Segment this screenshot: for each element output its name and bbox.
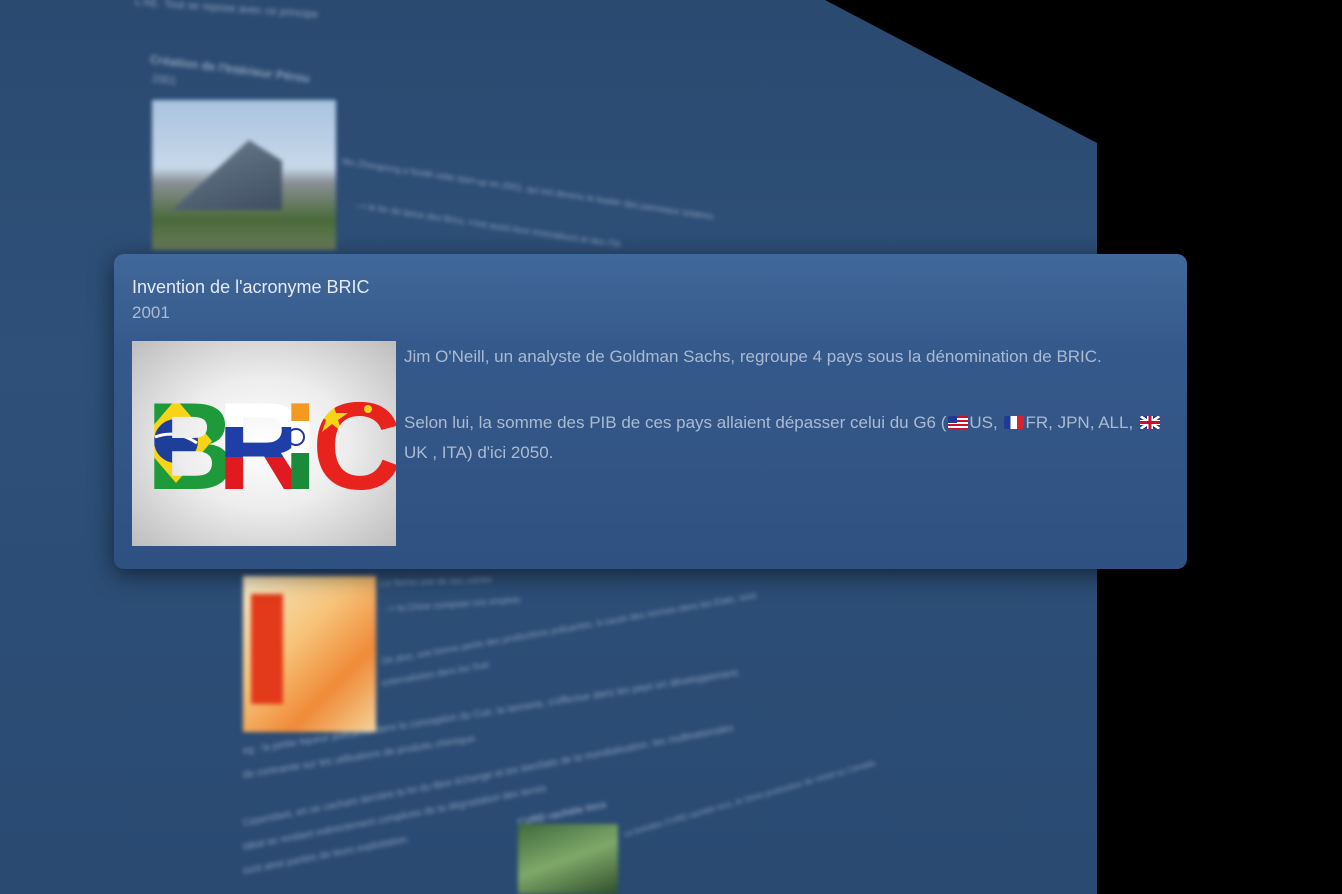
event-date: 2001 [132, 303, 170, 322]
uk-flag-icon [1139, 416, 1160, 429]
country-uk: UK , ITA) d'ici 2050. [404, 443, 554, 462]
bg-event-text-2: --> le fer de lance des Brics, n'est aus… [354, 200, 622, 250]
screen: L'AE. Tout se repose avec ce principe Cr… [0, 0, 1342, 894]
gdp-text: Selon lui, la somme des PIB de ces pays … [404, 413, 947, 432]
bric-flags-image: B R I C [132, 341, 396, 546]
event-title: Invention de l'acronyme BRIC [132, 277, 370, 297]
bg-lu-text-2: --> la Chine compose nos emplois [383, 594, 521, 614]
event-description-line-1: Jim O'Neill, un analyste de Goldman Sach… [404, 347, 1102, 366]
country-us: US, [969, 413, 998, 432]
bg-event-date: 2001 [151, 73, 177, 88]
timeline-event-card[interactable]: Invention de l'acronyme BRIC 2001 B R I … [114, 254, 1187, 569]
lu-product-photo [243, 576, 376, 732]
event-description-line-2: Selon lui, la somme des PIB de ces pays … [404, 408, 1164, 468]
country-fr: FR, JPN, ALL, [1025, 413, 1134, 432]
bric-logo: B R I C [146, 378, 396, 516]
bg-lu-text-1: LU ferme une de ses usines [379, 574, 493, 588]
mine-photo [518, 824, 618, 894]
fr-flag-icon [1004, 416, 1025, 429]
bg-event2-text: Le brésilien CVRD rachète Inco, le 2ème … [622, 757, 878, 839]
bg-top-text: L'AE. Tout se repose avec ce principe [134, 0, 319, 21]
us-flag-icon [948, 416, 969, 429]
building-photo [152, 100, 336, 250]
